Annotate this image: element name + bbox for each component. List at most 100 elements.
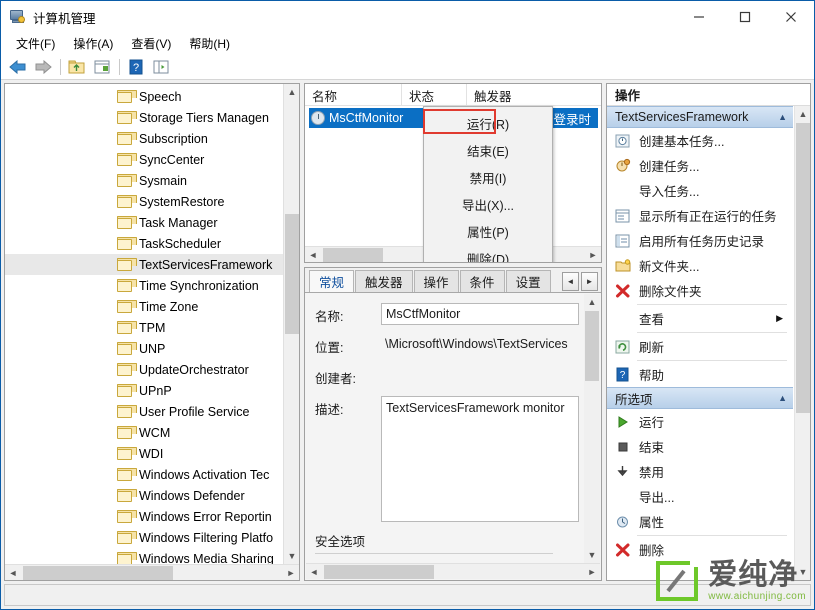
detail-scroll-down-icon[interactable]: ▼ — [584, 547, 600, 563]
tree-item[interactable]: UNP — [5, 338, 299, 359]
tree-item[interactable]: Windows Defender — [5, 485, 299, 506]
properties-icon[interactable] — [90, 56, 114, 78]
tree-vertical-scrollbar[interactable]: ▲ ▼ — [283, 84, 299, 564]
column-header-name[interactable]: 名称 — [305, 84, 402, 106]
action-item[interactable]: 查看 ▶ — [607, 306, 793, 331]
menu-help[interactable]: 帮助(H) — [180, 33, 239, 55]
collapse-caret-icon[interactable]: ▲ — [778, 393, 787, 403]
tree-horizontal-scrollbar[interactable]: ◄ ► — [5, 564, 299, 580]
tree-item-label: Storage Tiers Managen — [139, 110, 269, 125]
actions-scroll-thumb[interactable] — [796, 123, 810, 413]
tree-item[interactable]: UPnP — [5, 380, 299, 401]
tab-general[interactable]: 常规 — [309, 270, 355, 292]
menu-view[interactable]: 查看(V) — [122, 33, 180, 55]
scroll-down-icon[interactable]: ▼ — [284, 548, 299, 564]
tree-item[interactable]: Windows Media Sharing — [5, 548, 299, 564]
tree-item[interactable]: Windows Filtering Platfo — [5, 527, 299, 548]
maximize-button[interactable] — [722, 1, 768, 33]
input-task-description[interactable]: TextServicesFramework monitor — [381, 396, 579, 522]
action-item[interactable]: 删除文件夹 — [607, 278, 793, 303]
action-item[interactable]: 运行 — [607, 409, 793, 434]
detail-hscroll-track[interactable] — [322, 564, 584, 580]
action-item[interactable]: 导出... — [607, 484, 793, 509]
action-item[interactable]: 刷新 — [607, 334, 793, 359]
tab-scroll-right-icon[interactable]: ► — [581, 272, 598, 291]
tree-item[interactable]: SyncCenter — [5, 149, 299, 170]
tree-item[interactable]: TPM — [5, 317, 299, 338]
tree-item[interactable]: Storage Tiers Managen — [5, 107, 299, 128]
show-hide-console-tree-icon[interactable] — [149, 56, 173, 78]
scroll-right-icon[interactable]: ► — [283, 565, 299, 581]
detail-scroll-left-icon[interactable]: ◄ — [306, 564, 322, 580]
action-item[interactable]: 结束 — [607, 434, 793, 459]
context-menu-item-end[interactable]: 结束(E) — [424, 137, 552, 164]
detail-horizontal-scrollbar[interactable]: ◄ ► — [306, 563, 600, 579]
menu-action[interactable]: 操作(A) — [64, 33, 122, 55]
tree-item[interactable]: User Profile Service — [5, 401, 299, 422]
list-scroll-left-icon[interactable]: ◄ — [305, 247, 321, 263]
help-icon[interactable]: ? — [124, 56, 148, 78]
action-item[interactable]: 启用所有任务历史记录 — [607, 228, 793, 253]
tree-hscroll-thumb[interactable] — [23, 565, 173, 580]
actions-group-header[interactable]: 所选项 ▲ — [607, 387, 793, 409]
list-hscroll-thumb[interactable] — [323, 247, 383, 262]
tree-hscroll-track[interactable] — [21, 565, 283, 581]
tab-triggers[interactable]: 触发器 — [355, 270, 413, 292]
context-menu-item-disable[interactable]: 禁用(I) — [424, 164, 552, 191]
tree-item[interactable]: Speech — [5, 86, 299, 107]
forward-arrow-icon[interactable] — [31, 56, 55, 78]
tree-item[interactable]: Windows Error Reportin — [5, 506, 299, 527]
up-folder-icon[interactable] — [65, 56, 89, 78]
tree-item[interactable]: Subscription — [5, 128, 299, 149]
tree-item[interactable]: TextServicesFramework — [5, 254, 299, 275]
menu-file[interactable]: 文件(F) — [7, 33, 64, 55]
tree-item[interactable]: Time Synchronization — [5, 275, 299, 296]
detail-scroll-thumb[interactable] — [585, 311, 599, 381]
actions-vertical-scrollbar[interactable]: ▲ ▼ — [794, 106, 810, 580]
column-header-status[interactable]: 状态 — [402, 84, 467, 106]
context-menu-item-delete[interactable]: 删除(D) — [424, 245, 552, 262]
action-item[interactable]: 属性 — [607, 509, 793, 534]
scroll-up-icon[interactable]: ▲ — [284, 84, 299, 100]
input-task-name[interactable]: MsCtfMonitor — [381, 303, 579, 325]
detail-vertical-scrollbar[interactable]: ▲ ▼ — [584, 294, 600, 563]
tree-item-label: SyncCenter — [139, 152, 205, 167]
close-button[interactable] — [768, 1, 814, 33]
tree-item[interactable]: Windows Activation Tec — [5, 464, 299, 485]
action-item[interactable]: 创建基本任务... — [607, 128, 793, 153]
tab-settings[interactable]: 设置 — [505, 270, 551, 292]
collapse-caret-icon[interactable]: ▲ — [778, 112, 787, 122]
back-arrow-icon[interactable] — [6, 56, 30, 78]
detail-scroll-up-icon[interactable]: ▲ — [584, 294, 600, 310]
tab-scroll-left-icon[interactable]: ◄ — [562, 272, 579, 291]
context-menu-item-properties[interactable]: 属性(P) — [424, 218, 552, 245]
tree-scroll-thumb[interactable] — [285, 214, 299, 334]
actions-scroll-up-icon[interactable]: ▲ — [795, 106, 810, 122]
actions-group-header[interactable]: TextServicesFramework ▲ — [607, 106, 793, 128]
list-scroll-right-icon[interactable]: ► — [585, 247, 601, 263]
tree-item[interactable]: WCM — [5, 422, 299, 443]
context-menu-item-export[interactable]: 导出(X)... — [424, 191, 552, 218]
tree-item[interactable]: UpdateOrchestrator — [5, 359, 299, 380]
action-item[interactable]: 创建任务... — [607, 153, 793, 178]
tree-item[interactable]: Task Manager — [5, 212, 299, 233]
action-item[interactable]: 导入任务... — [607, 178, 793, 203]
action-item[interactable]: 新文件夹... — [607, 253, 793, 278]
tree-item[interactable]: Time Zone — [5, 296, 299, 317]
tree-item[interactable]: SystemRestore — [5, 191, 299, 212]
action-item-label: 属性 — [639, 516, 665, 530]
detail-scroll-right-icon[interactable]: ► — [584, 564, 600, 580]
scroll-left-icon[interactable]: ◄ — [5, 565, 21, 581]
minimize-button[interactable] — [676, 1, 722, 33]
action-item[interactable]: ? 帮助 — [607, 362, 793, 387]
action-item[interactable]: 禁用 — [607, 459, 793, 484]
tree-item[interactable]: TaskScheduler — [5, 233, 299, 254]
tree-item[interactable]: Sysmain — [5, 170, 299, 191]
tab-actions[interactable]: 操作 — [413, 270, 459, 292]
submenu-arrow-icon: ▶ — [776, 313, 783, 323]
detail-hscroll-thumb[interactable] — [324, 564, 434, 579]
tab-conditions[interactable]: 条件 — [459, 270, 505, 292]
action-item[interactable]: 显示所有正在运行的任务 — [607, 203, 793, 228]
column-header-trigger[interactable]: 触发器 — [467, 84, 601, 106]
tree-item[interactable]: WDI — [5, 443, 299, 464]
